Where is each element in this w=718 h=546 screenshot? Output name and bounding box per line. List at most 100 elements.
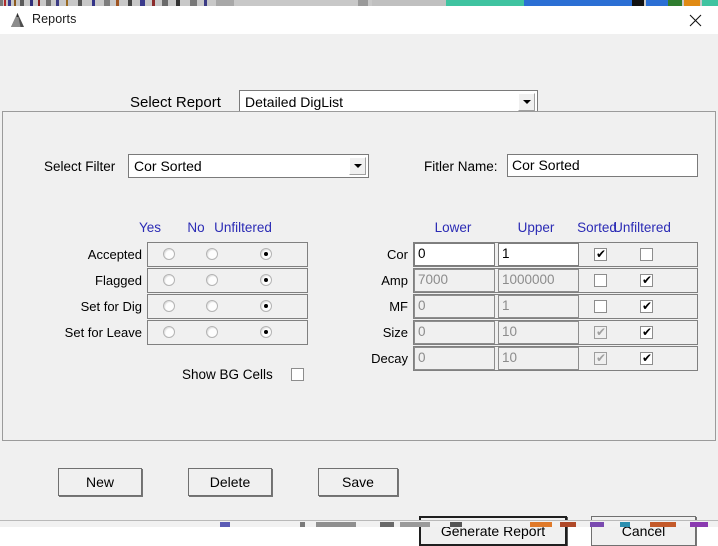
dialog-body: Select Report Detailed DigList Select Fi… xyxy=(0,34,718,546)
radio-row-label-flagged: Flagged xyxy=(95,273,142,288)
triangle-down-glyph xyxy=(522,100,531,104)
size-unfiltered-checkbox[interactable]: ✔ xyxy=(640,326,653,339)
mf-upper-value: 1 xyxy=(502,298,510,313)
radio-row-set-for-dig xyxy=(147,294,308,319)
param-row-size: 0 10 ✔ ✔ xyxy=(413,320,698,345)
amp-unfiltered-checkbox[interactable]: ✔ xyxy=(640,274,653,287)
radio-accepted-unfiltered[interactable] xyxy=(260,248,272,260)
checkmark-icon: ✔ xyxy=(642,273,653,287)
size-sorted-checkbox: ✔ xyxy=(594,326,607,339)
chevron-down-icon[interactable] xyxy=(518,93,535,111)
mf-unfiltered-checkbox[interactable]: ✔ xyxy=(640,300,653,313)
mf-lower-value: 0 xyxy=(418,298,426,313)
amp-upper-field: 1000000 xyxy=(498,269,579,292)
delete-button[interactable]: Delete xyxy=(188,468,272,496)
radio-row-label-set-for-leave: Set for Leave xyxy=(64,325,142,340)
radio-set-for-leave-yes[interactable] xyxy=(163,326,175,338)
new-button[interactable]: New xyxy=(58,468,142,496)
title-bar: Reports xyxy=(0,6,718,35)
save-button[interactable]: Save xyxy=(318,468,398,496)
mountain-icon xyxy=(9,12,26,28)
triangle-down-glyph xyxy=(353,164,362,168)
background-strip-segment xyxy=(300,522,305,527)
chevron-down-icon[interactable] xyxy=(349,157,366,175)
close-icon[interactable] xyxy=(672,6,718,34)
param-row-decay: 0 10 ✔ ✔ xyxy=(413,346,698,371)
radio-flagged-unfiltered[interactable] xyxy=(260,274,272,286)
radio-accepted-no[interactable] xyxy=(206,248,218,260)
radio-row-set-for-leave xyxy=(147,320,308,345)
cor-sorted-checkbox[interactable]: ✔ xyxy=(594,248,607,261)
select-report-value: Detailed DigList xyxy=(245,94,344,110)
background-strip-segment xyxy=(450,522,462,527)
radio-set-for-leave-no[interactable] xyxy=(206,326,218,338)
background-strip-segment xyxy=(650,522,676,527)
decay-upper-field: 10 xyxy=(498,347,579,370)
param-row-label-decay: Decay xyxy=(371,351,408,366)
background-strip-segment xyxy=(590,522,604,527)
param-column-header-unfiltered: Unfiltered xyxy=(613,220,671,235)
param-row-mf: 0 1 ✔ xyxy=(413,294,698,319)
radio-set-for-dig-unfiltered[interactable] xyxy=(260,300,272,312)
cor-upper-field[interactable]: 1 xyxy=(498,243,579,266)
radio-column-header-unfiltered: Unfiltered xyxy=(214,220,272,235)
background-strip-segment xyxy=(560,522,576,527)
background-strip-segment xyxy=(620,522,630,527)
show-bg-cells-checkbox[interactable] xyxy=(291,368,304,381)
background-strip-segment xyxy=(690,522,708,527)
radio-accepted-yes[interactable] xyxy=(163,248,175,260)
decay-lower-field: 0 xyxy=(414,347,495,370)
select-report-label: Select Report xyxy=(130,94,221,111)
background-strip-segment xyxy=(530,522,552,527)
radio-row-label-set-for-dig: Set for Dig xyxy=(80,299,142,314)
radio-flagged-no[interactable] xyxy=(206,274,218,286)
size-lower-field: 0 xyxy=(414,321,495,344)
radio-set-for-dig-yes[interactable] xyxy=(163,300,175,312)
select-filter-value: Cor Sorted xyxy=(134,158,202,174)
decay-sorted-checkbox: ✔ xyxy=(594,352,607,365)
show-bg-cells-label: Show BG Cells xyxy=(182,367,273,382)
amp-upper-value: 1000000 xyxy=(502,272,555,287)
radio-row-flagged xyxy=(147,268,308,293)
size-upper-value: 10 xyxy=(502,324,518,339)
param-row-label-mf: MF xyxy=(389,299,408,314)
decay-unfiltered-checkbox[interactable]: ✔ xyxy=(640,352,653,365)
size-upper-field: 10 xyxy=(498,321,579,344)
checkmark-icon: ✔ xyxy=(642,299,653,313)
amp-lower-value: 7000 xyxy=(418,272,449,287)
cor-lower-value: 0 xyxy=(418,246,426,261)
select-filter-dropdown[interactable]: Cor Sorted xyxy=(128,154,369,178)
mf-lower-field: 0 xyxy=(414,295,495,318)
checkmark-icon: ✔ xyxy=(596,351,607,365)
amp-sorted-checkbox[interactable] xyxy=(594,274,607,287)
background-strip-segment xyxy=(220,522,230,527)
background-strip-segment xyxy=(380,522,394,527)
param-row-cor: 0 1 ✔ xyxy=(413,242,698,267)
window-title: Reports xyxy=(32,12,77,26)
mf-sorted-checkbox[interactable] xyxy=(594,300,607,313)
decay-upper-value: 10 xyxy=(502,350,518,365)
checkmark-icon: ✔ xyxy=(642,351,653,365)
amp-lower-field: 7000 xyxy=(414,269,495,292)
checkmark-icon: ✔ xyxy=(596,247,607,261)
cor-unfiltered-checkbox[interactable] xyxy=(640,248,653,261)
checkmark-icon: ✔ xyxy=(596,325,607,339)
radio-set-for-dig-no[interactable] xyxy=(206,300,218,312)
reports-window: Reports Select Report Detailed DigList S… xyxy=(0,6,718,546)
filter-name-label: Fitler Name: xyxy=(424,159,498,174)
param-row-label-size: Size xyxy=(382,325,408,340)
filter-name-value: Cor Sorted xyxy=(512,157,580,173)
param-row-label-cor: Cor xyxy=(387,247,408,262)
param-row-label-amp: Amp xyxy=(381,273,408,288)
cor-lower-field[interactable]: 0 xyxy=(414,243,495,266)
radio-set-for-leave-unfiltered[interactable] xyxy=(260,326,272,338)
cor-upper-value: 1 xyxy=(502,246,510,261)
decay-lower-value: 0 xyxy=(418,350,426,365)
filter-name-field[interactable]: Cor Sorted xyxy=(507,154,698,177)
background-strip-segment xyxy=(400,522,430,527)
param-row-amp: 7000 1000000 ✔ xyxy=(413,268,698,293)
radio-flagged-yes[interactable] xyxy=(163,274,175,286)
size-lower-value: 0 xyxy=(418,324,426,339)
mf-upper-field: 1 xyxy=(498,295,579,318)
background-strip-segment xyxy=(316,522,356,527)
